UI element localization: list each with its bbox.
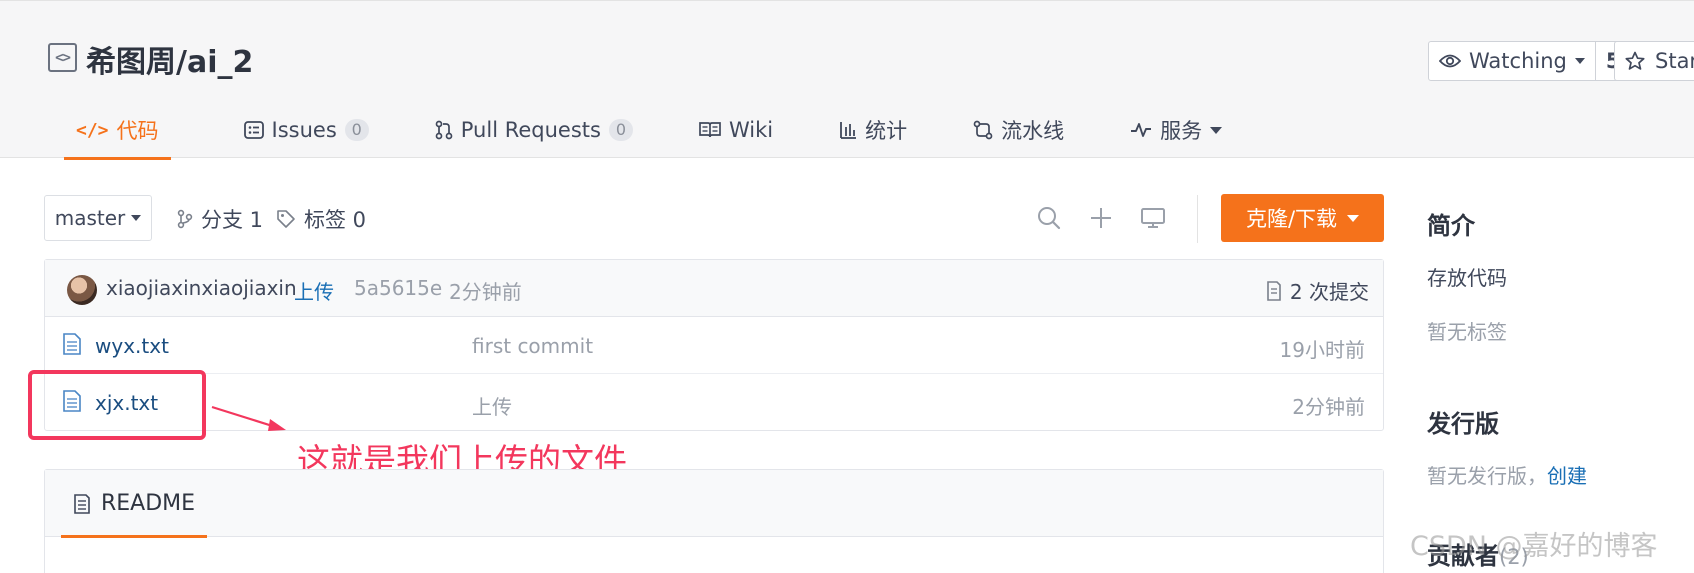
tab-label: 服务 [1160, 119, 1203, 143]
tab-wiki[interactable]: Wiki [699, 101, 773, 159]
tab-label: Wiki [728, 118, 774, 142]
branch-select[interactable]: master [44, 195, 152, 241]
service-icon [1131, 123, 1152, 137]
commit-time: 2分钟前 [449, 280, 522, 304]
tab-label: Issues [271, 118, 337, 142]
commit-hash[interactable]: 5a5615e [354, 276, 442, 300]
avatar[interactable] [67, 275, 97, 305]
latest-commit-row: xiaojiaxinxiaojiaxin 上传 5a5615e 2分钟前 2 次… [45, 260, 1383, 317]
branches-link[interactable]: 分支 1 [177, 204, 263, 234]
tags-link[interactable]: 标签 0 [276, 204, 366, 234]
file-row[interactable]: wyx.txt first commit 19小时前 [45, 317, 1383, 374]
file-name[interactable]: wyx.txt [95, 334, 169, 358]
readme-icon [74, 493, 90, 514]
watch-label: Watching [1469, 49, 1567, 73]
file-commit-message[interactable]: first commit [472, 334, 593, 358]
commits-icon [1267, 280, 1281, 301]
commit-count-label: 2 次提交 [1289, 280, 1369, 304]
no-tags-text: 暂无标签 [1427, 320, 1507, 344]
watch-group: Watching 5 [1428, 41, 1632, 81]
star-icon [1625, 51, 1645, 70]
commit-author[interactable]: xiaojiaxinxiaojiaxin [106, 276, 297, 300]
tab-pull-requests[interactable]: Pull Requests 0 [435, 101, 633, 159]
pull-requests-count-badge: 0 [608, 119, 633, 141]
readme-label: README [101, 491, 196, 516]
file-commit-message[interactable]: 上传 [472, 391, 512, 420]
code-icon: </> [76, 119, 109, 141]
issues-icon [243, 121, 264, 139]
eye-icon [1439, 54, 1461, 68]
caret-down-icon [131, 215, 142, 221]
intro-heading: 简介 [1427, 212, 1475, 240]
tab-pipeline[interactable]: 流水线 [973, 101, 1064, 159]
pull-request-icon [435, 120, 453, 140]
caret-down-icon [1347, 214, 1360, 222]
commit-count-link[interactable]: 2 次提交 [1266, 276, 1369, 305]
watch-button[interactable]: Watching [1429, 42, 1596, 80]
tags-label: 标签 0 [304, 208, 367, 232]
no-release-text: 暂无发行版， [1427, 464, 1547, 488]
file-time: 2分钟前 [1292, 395, 1365, 419]
annotation-arrow [211, 405, 286, 431]
add-file-icon[interactable] [1087, 204, 1115, 232]
tab-stats[interactable]: 统计 [839, 101, 907, 159]
create-release-link[interactable]: 创建 [1547, 464, 1587, 488]
readme-panel: README [44, 469, 1384, 573]
star-label: Star [1655, 49, 1694, 73]
file-time: 19小时前 [1279, 338, 1365, 362]
release-info: 暂无发行版，创建 [1427, 460, 1587, 489]
tab-label: Pull Requests [460, 118, 601, 142]
tab-label: 统计 [865, 119, 908, 143]
caret-down-icon [1210, 126, 1223, 134]
repo-icon: <> [48, 43, 77, 72]
branch-name: master [54, 206, 126, 230]
web-ide-icon[interactable] [1139, 204, 1167, 232]
repo-header: <> 希图周/ai_2 Watching 5 Star </> 代码 Issue… [0, 0, 1694, 160]
stats-icon [840, 122, 857, 139]
toolbar-divider [1197, 195, 1198, 243]
branch-icon [177, 209, 193, 229]
tab-label: 代码 [116, 119, 159, 143]
readme-header: README [45, 470, 1383, 538]
file-icon [63, 333, 81, 355]
release-heading: 发行版 [1427, 410, 1499, 438]
clone-label: 克隆/下载 [1245, 207, 1338, 231]
repo-title[interactable]: 希图周/ai_2 [86, 37, 253, 81]
tab-code[interactable]: </> 代码 [64, 101, 170, 160]
repo-tabs: </> 代码 Issues 0 Pull Requests 0 Wiki 统计 … [44, 101, 1223, 160]
clone-download-button[interactable]: 克隆/下载 [1221, 194, 1384, 242]
tab-service[interactable]: 服务 [1130, 101, 1223, 159]
annotation-highlight-box [28, 370, 206, 440]
caret-down-icon [1574, 58, 1585, 64]
search-icon[interactable] [1035, 204, 1063, 232]
wiki-icon [699, 122, 721, 138]
tab-issues[interactable]: Issues 0 [243, 101, 369, 159]
intro-text: 存放代码 [1427, 266, 1507, 290]
pipeline-icon [973, 120, 993, 140]
branches-label: 分支 1 [201, 208, 264, 232]
star-button[interactable]: Star [1614, 41, 1694, 81]
commit-message[interactable]: 上传 [294, 276, 334, 305]
tag-icon [277, 210, 295, 228]
readme-tab[interactable]: README [61, 470, 208, 538]
watermark: CSDN @嘉好的博客 [1410, 531, 1658, 562]
issues-count-badge: 0 [344, 119, 369, 141]
tab-label: 流水线 [1001, 119, 1065, 143]
